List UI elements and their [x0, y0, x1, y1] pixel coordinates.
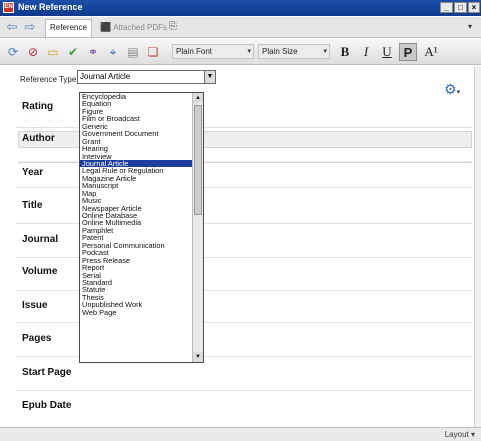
reference-type-options: Encyclopedia Equation Figure Film or Broadc… [80, 93, 193, 316]
field-label-pages: Pages [22, 333, 52, 344]
tab-attached-pdfs-label: Attached PDFs [113, 23, 168, 32]
field-label-author: Author [22, 133, 55, 144]
checkmark-icon[interactable]: ✔ [64, 43, 82, 61]
size-select[interactable]: Plain Size ▾ [258, 44, 330, 59]
field-label-issue: Issue [22, 300, 48, 311]
font-select[interactable]: Plain Font ▾ [172, 44, 254, 59]
layout-menu[interactable]: Layout ▾ [445, 430, 475, 439]
tab-attached-pdfs[interactable]: ⬛ Attached PDFs [96, 19, 171, 37]
reference-type-label: Reference Type: [20, 75, 79, 84]
field-label-rating: Rating [22, 101, 54, 112]
chevron-down-icon: ▾ [323, 48, 327, 55]
forward-arrow-icon[interactable]: ⇨ [22, 20, 38, 34]
superscript-button[interactable]: A¹ [422, 43, 440, 61]
paperclip-icon[interactable]: ⎘ [165, 19, 181, 37]
close-button[interactable]: × [468, 2, 480, 13]
field-label-year: Year [22, 167, 44, 178]
dropdown-scroll-thumb[interactable] [194, 105, 202, 215]
minimize-button[interactable]: _ [440, 2, 453, 13]
back-arrow-icon[interactable]: ⇦ [4, 20, 20, 34]
maximize-button[interactable]: □ [454, 2, 467, 13]
field-label-journal: Journal [22, 234, 59, 245]
status-bar: Layout ▾ [0, 427, 481, 441]
tab-reference[interactable]: Reference [45, 19, 92, 37]
underline-button[interactable]: U [378, 43, 396, 61]
vertical-scrollbar[interactable] [474, 67, 481, 427]
reference-type-row: Reference Type: Journal Article ▼ [16, 67, 476, 91]
book-icon[interactable]: ❏ [144, 43, 162, 61]
italic-button[interactable]: I [357, 43, 375, 61]
reference-type-value: Journal Article [80, 72, 131, 81]
field-label-epub-date: Epub Date [22, 400, 72, 411]
rating-stars[interactable]: · · · · · [24, 117, 79, 124]
link-icon[interactable]: ⚭ [84, 43, 102, 61]
document-icon[interactable]: ▤ [124, 43, 142, 61]
dropdown-scrollbar[interactable]: ▲ ▼ [192, 93, 203, 362]
reference-type-select[interactable]: Journal Article ▼ [77, 70, 216, 84]
plain-button[interactable]: P [399, 43, 417, 61]
tab-bar: ⇦ ⇨ Reference ⬛ Attached PDFs ⎘ ▾ [0, 17, 481, 38]
toolbar: ⟳ ⊘ ▭ ✔ ⚭ ⌖ ▤ ❏ Plain Font ▾ Plain Size … [0, 39, 481, 65]
endnote-app-icon: EN [3, 2, 14, 13]
field-label-title: Title [22, 200, 43, 211]
divider [16, 390, 472, 391]
chevron-down-icon: ▾ [456, 89, 461, 96]
title-bar: EN New Reference _ □ × [0, 0, 481, 16]
bold-button[interactable]: B [336, 43, 354, 61]
window-title: New Reference [18, 2, 83, 12]
font-select-value: Plain Font [176, 47, 213, 56]
chevron-down-icon[interactable]: ▼ [204, 71, 215, 83]
scroll-down-arrow-icon[interactable]: ▼ [193, 352, 203, 362]
no-entry-icon[interactable]: ⊘ [24, 43, 42, 61]
layout-label: Layout [444, 430, 469, 439]
dropdown-option[interactable]: Manuscript [80, 182, 193, 190]
field-label-volume: Volume [22, 266, 58, 277]
folder-icon[interactable]: ▭ [44, 43, 62, 61]
chevron-down-icon: ▾ [470, 430, 475, 439]
field-label-start-page: Start Page [22, 367, 72, 378]
reference-type-dropdown: Encyclopedia Equation Figure Film or Broadc… [79, 92, 204, 363]
gear-icon[interactable]: ⚙▾ [444, 82, 464, 98]
size-select-value: Plain Size [262, 47, 298, 56]
tab-menu-chevron-icon[interactable]: ▾ [464, 19, 476, 37]
pdf-icon: ⬛ [100, 22, 112, 32]
pin-icon[interactable]: ⌖ [104, 43, 122, 61]
scroll-up-arrow-icon[interactable]: ▲ [193, 93, 203, 103]
refresh-icon[interactable]: ⟳ [4, 43, 22, 61]
chevron-down-icon: ▾ [247, 48, 251, 55]
dropdown-option[interactable]: Web Page [80, 308, 193, 316]
